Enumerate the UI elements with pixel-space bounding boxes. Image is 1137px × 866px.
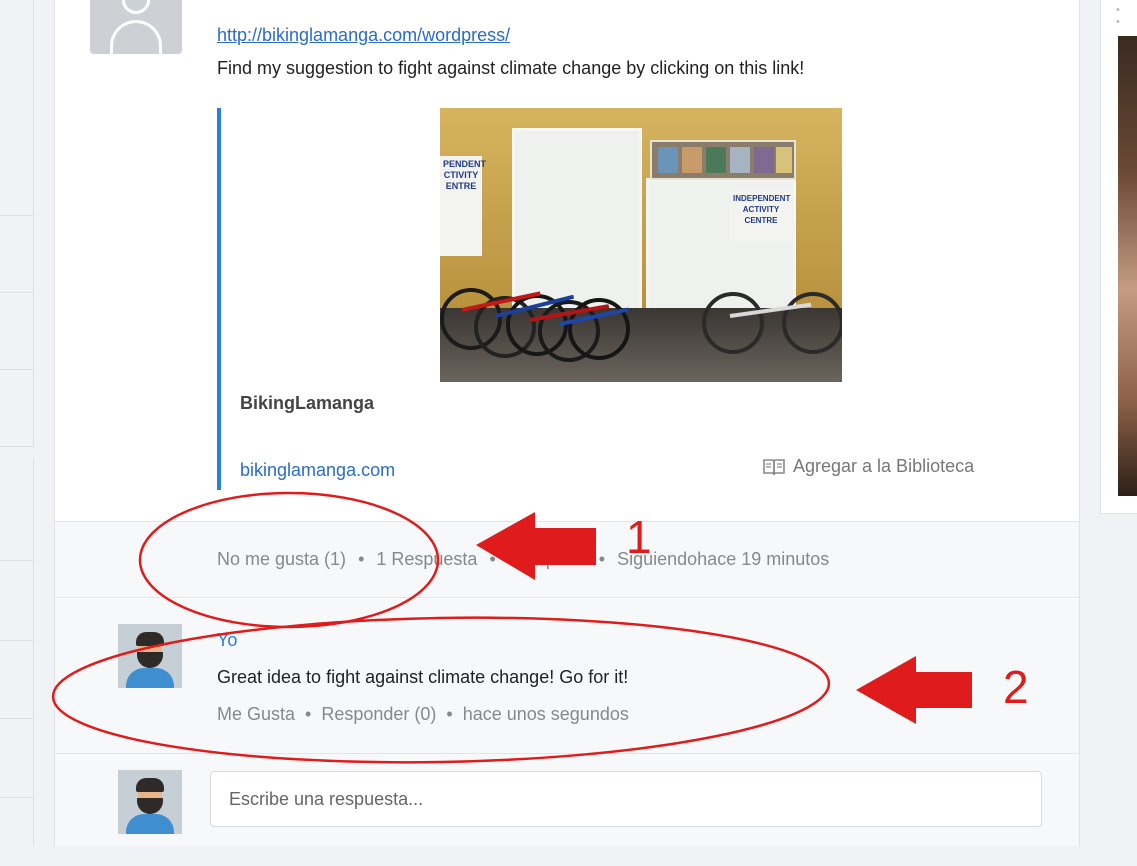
add-to-library-label: Agregar a la Biblioteca bbox=[793, 456, 975, 476]
reply-input[interactable] bbox=[210, 771, 1042, 827]
poster-left: PENDENT CTIVITY ENTRE bbox=[440, 156, 486, 256]
sidebar-divider bbox=[0, 292, 34, 293]
preview-domain-link[interactable]: bikinglamanga.com bbox=[240, 460, 395, 481]
post-author-avatar[interactable] bbox=[90, 0, 182, 54]
sidebar-divider bbox=[0, 560, 34, 561]
sidebar-divider bbox=[0, 797, 34, 798]
replies-button[interactable]: 1 Respuesta bbox=[376, 549, 477, 570]
sidebar-divider bbox=[0, 369, 34, 370]
sidebar-edge bbox=[33, 458, 34, 846]
share-button[interactable]: Compartir bbox=[508, 549, 587, 570]
left-sidebar-strip bbox=[0, 0, 34, 866]
post-link[interactable]: http://bikinglamanga.com/wordpress/ bbox=[217, 25, 510, 46]
separator: • bbox=[598, 549, 606, 569]
reply-text: Great idea to fight against climate chan… bbox=[217, 667, 629, 687]
poster-right: INDEPENDENT ACTIVITY CENTRE bbox=[730, 190, 792, 242]
sidebar-edge bbox=[33, 0, 34, 446]
separator: • bbox=[446, 704, 453, 724]
sidebar-divider bbox=[0, 718, 34, 719]
annotation-label-1: 1 bbox=[626, 511, 652, 563]
separator: • bbox=[305, 704, 312, 724]
add-to-library-button[interactable]: Agregar a la Biblioteca bbox=[763, 456, 974, 477]
preview-site-name: BikingLamanga bbox=[240, 393, 375, 413]
reply-like-button[interactable]: Me Gusta bbox=[217, 704, 295, 725]
post-text: Find my suggestion to fight against clim… bbox=[217, 58, 805, 78]
separator: • bbox=[358, 549, 365, 569]
reply-divider bbox=[55, 753, 1079, 754]
reply-timestamp: hace unos segundos bbox=[462, 704, 629, 724]
post-timestamp: hace 19 minutos bbox=[697, 549, 830, 569]
link-preview-image[interactable]: PENDENT CTIVITY ENTRE INDEPENDENT ACTIVI… bbox=[440, 108, 842, 382]
sidebar-divider bbox=[0, 446, 34, 447]
reply-actions: Me Gusta • Responder (0) • hace unos seg… bbox=[217, 704, 629, 725]
dislike-button[interactable]: No me gusta (1) bbox=[217, 549, 346, 570]
right-card-image[interactable] bbox=[1118, 36, 1137, 496]
current-user-avatar bbox=[118, 770, 182, 834]
right-card-dots: • • bbox=[1116, 4, 1124, 28]
book-icon bbox=[763, 458, 785, 476]
post-actions: No me gusta (1) • 1 Respuesta • Comparti… bbox=[217, 549, 829, 570]
sidebar-divider bbox=[0, 215, 34, 216]
annotation-label-2: 2 bbox=[1003, 661, 1029, 713]
reply-respond-button[interactable]: Responder (0) bbox=[321, 704, 436, 725]
reply-author-avatar[interactable] bbox=[118, 624, 182, 688]
separator: • bbox=[489, 549, 496, 569]
reply-author-name[interactable]: Yo bbox=[217, 630, 237, 651]
sidebar-divider bbox=[0, 640, 34, 641]
